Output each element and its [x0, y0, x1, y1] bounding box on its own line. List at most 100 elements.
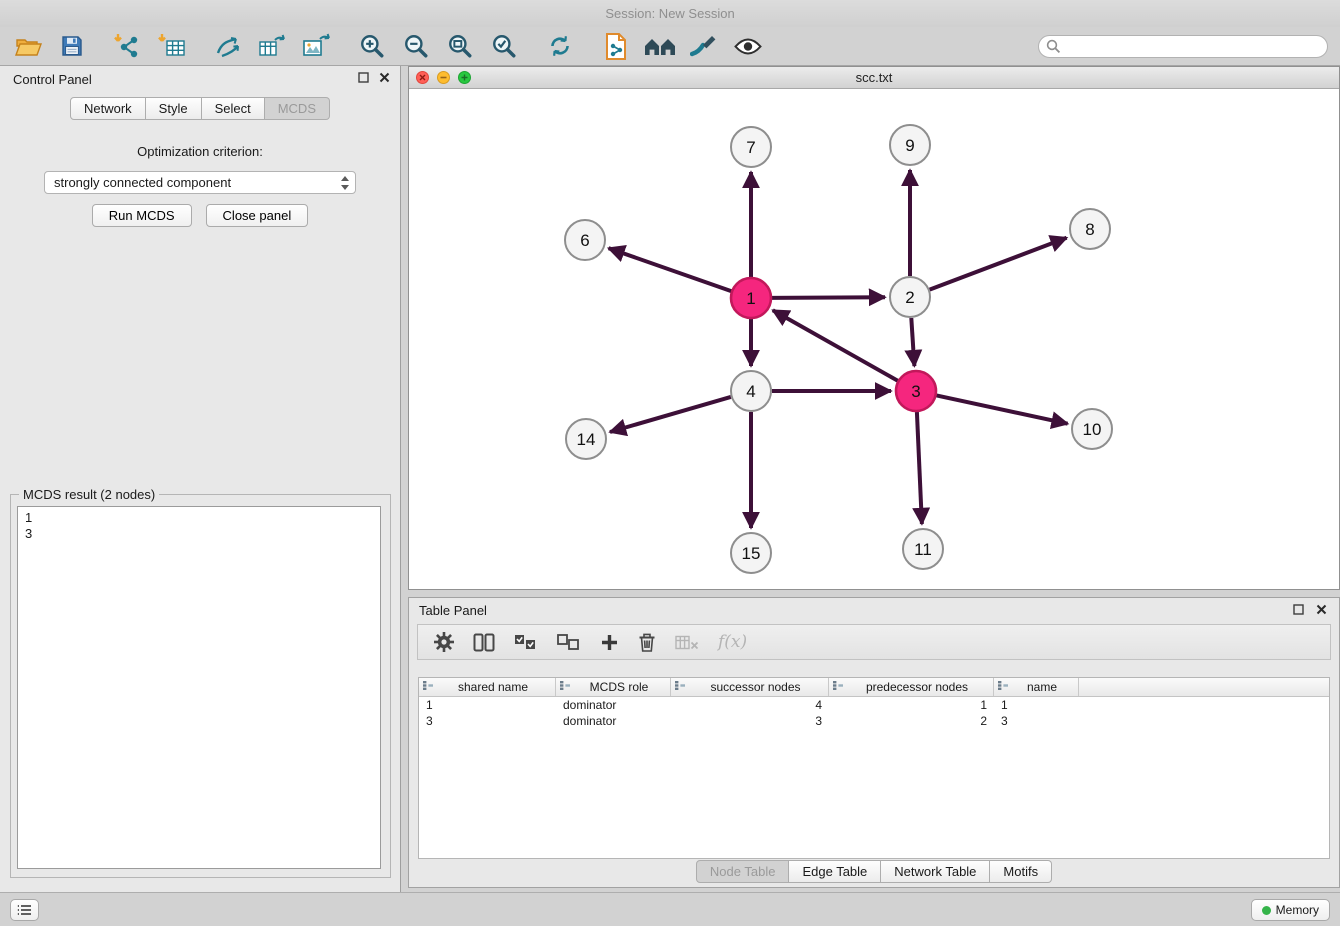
- node-2[interactable]: 2: [890, 277, 930, 317]
- window-zoom-icon[interactable]: [458, 71, 471, 84]
- select-all-columns-icon[interactable]: [514, 629, 538, 655]
- node-label: 3: [911, 382, 920, 401]
- table-cell: 1: [419, 698, 556, 712]
- node-3[interactable]: 3: [896, 371, 936, 411]
- float-table-panel-icon[interactable]: [1293, 603, 1304, 618]
- mcds-result-line: 1: [25, 510, 373, 526]
- node-1[interactable]: 1: [731, 278, 771, 318]
- search-icon: [1046, 39, 1061, 59]
- column-header-name[interactable]: name: [994, 678, 1079, 696]
- export-image-icon[interactable]: [300, 30, 332, 62]
- zoom-fit-icon[interactable]: [444, 30, 476, 62]
- node-15[interactable]: 15: [731, 533, 771, 573]
- zoom-selected-icon[interactable]: [488, 30, 520, 62]
- table-header-row: shared nameMCDS rolesuccessor nodesprede…: [419, 678, 1329, 697]
- zoom-out-icon[interactable]: [400, 30, 432, 62]
- import-network-icon[interactable]: [112, 30, 144, 62]
- close-panel-button[interactable]: Close panel: [206, 204, 309, 227]
- attribute-type-icon: [674, 680, 686, 694]
- network-from-selection-icon[interactable]: [212, 30, 244, 62]
- open-session-icon[interactable]: [12, 30, 44, 62]
- control-panel: Control Panel NetworkStyleSelectMCDS Opt…: [0, 66, 401, 892]
- node-label: 11: [914, 540, 932, 559]
- run-mcds-button[interactable]: Run MCDS: [92, 204, 192, 227]
- search-input[interactable]: [1038, 35, 1328, 58]
- table-cell: 3: [419, 714, 556, 728]
- attribute-type-icon: [422, 680, 434, 694]
- unselect-all-columns-icon[interactable]: [557, 629, 581, 655]
- save-session-icon[interactable]: [56, 30, 88, 62]
- mcds-result-list[interactable]: 13: [17, 506, 381, 869]
- document-share-icon[interactable]: [600, 30, 632, 62]
- window-close-icon[interactable]: [416, 71, 429, 84]
- network-window-titlebar: scc.txt: [409, 67, 1339, 89]
- close-table-panel-icon[interactable]: [1316, 603, 1327, 618]
- create-column-plus-icon[interactable]: [600, 629, 619, 655]
- function-builder-icon: f(x): [718, 629, 747, 655]
- mcds-result-groupbox: MCDS result (2 nodes) 13: [10, 494, 391, 878]
- node-10[interactable]: 10: [1072, 409, 1112, 449]
- column-header-successor-nodes[interactable]: successor nodes: [671, 678, 829, 696]
- delete-column-trash-icon[interactable]: [638, 629, 656, 655]
- window-minimize-icon[interactable]: [437, 71, 450, 84]
- task-history-button[interactable]: [10, 899, 39, 921]
- edge-3-11[interactable]: [917, 412, 922, 524]
- node-14[interactable]: 14: [566, 419, 606, 459]
- node-8[interactable]: 8: [1070, 209, 1110, 249]
- node-table: shared nameMCDS rolesuccessor nodesprede…: [418, 677, 1330, 859]
- edge-3-1[interactable]: [773, 310, 898, 380]
- control-panel-tab-mcds[interactable]: MCDS: [265, 97, 330, 120]
- memory-button[interactable]: Memory: [1251, 899, 1330, 921]
- table-cell: dominator: [556, 714, 671, 728]
- clone-network-icon[interactable]: [256, 30, 288, 62]
- attribute-type-icon: [997, 680, 1009, 694]
- table-tab-edge-table[interactable]: Edge Table: [789, 860, 881, 883]
- table-cell: 2: [829, 714, 994, 728]
- table-tab-node-table[interactable]: Node Table: [696, 860, 790, 883]
- edge-3-10[interactable]: [937, 395, 1068, 423]
- node-7[interactable]: 7: [731, 127, 771, 167]
- table-row[interactable]: 3dominator323: [419, 713, 1329, 729]
- home-icon[interactable]: [644, 30, 676, 62]
- table-cell: 1: [829, 698, 994, 712]
- memory-button-label: Memory: [1276, 903, 1319, 917]
- node-6[interactable]: 6: [565, 220, 605, 260]
- node-label: 6: [580, 231, 589, 250]
- control-panel-tab-style[interactable]: Style: [146, 97, 202, 120]
- paint-style-icon[interactable]: [688, 30, 720, 62]
- window-title: Session: New Session: [605, 6, 734, 21]
- toolbar-search: [1038, 35, 1328, 58]
- attribute-type-icon: [559, 680, 571, 694]
- node-11[interactable]: 11: [903, 529, 943, 569]
- edge-4-14[interactable]: [610, 397, 731, 432]
- optimization-criterion-select[interactable]: strongly connected component: [44, 171, 356, 194]
- zoom-in-icon[interactable]: [356, 30, 388, 62]
- node-4[interactable]: 4: [731, 371, 771, 411]
- main-toolbar: [0, 27, 1340, 66]
- mcds-result-line: 3: [25, 526, 373, 542]
- table-tab-network-table[interactable]: Network Table: [881, 860, 990, 883]
- edge-1-6[interactable]: [609, 248, 732, 291]
- close-panel-icon[interactable]: [379, 71, 390, 86]
- table-body: 1dominator4113dominator323: [419, 697, 1329, 729]
- refresh-icon[interactable]: [544, 30, 576, 62]
- node-9[interactable]: 9: [890, 125, 930, 165]
- column-header-predecessor-nodes[interactable]: predecessor nodes: [829, 678, 994, 696]
- eye-icon[interactable]: [732, 30, 764, 62]
- float-panel-icon[interactable]: [358, 71, 369, 86]
- column-header-MCDS-role[interactable]: MCDS role: [556, 678, 671, 696]
- edge-2-8[interactable]: [930, 238, 1067, 290]
- table-settings-gear-icon[interactable]: [434, 629, 454, 655]
- network-graph[interactable]: 7 9 6 8 1 2 4 3 14 10 15 11: [409, 89, 1339, 589]
- column-header-shared-name[interactable]: shared name: [419, 678, 556, 696]
- show-column-panel-icon[interactable]: [473, 629, 495, 655]
- control-panel-tab-select[interactable]: Select: [202, 97, 265, 120]
- table-cell: dominator: [556, 698, 671, 712]
- network-canvas[interactable]: 7 9 6 8 1 2 4 3 14 10 15 11: [409, 89, 1339, 589]
- control-panel-tab-network[interactable]: Network: [70, 97, 146, 120]
- edge-1-2[interactable]: [772, 297, 885, 298]
- table-row[interactable]: 1dominator411: [419, 697, 1329, 713]
- edge-2-3[interactable]: [911, 318, 914, 366]
- import-table-icon[interactable]: [156, 30, 188, 62]
- table-tab-motifs[interactable]: Motifs: [990, 860, 1052, 883]
